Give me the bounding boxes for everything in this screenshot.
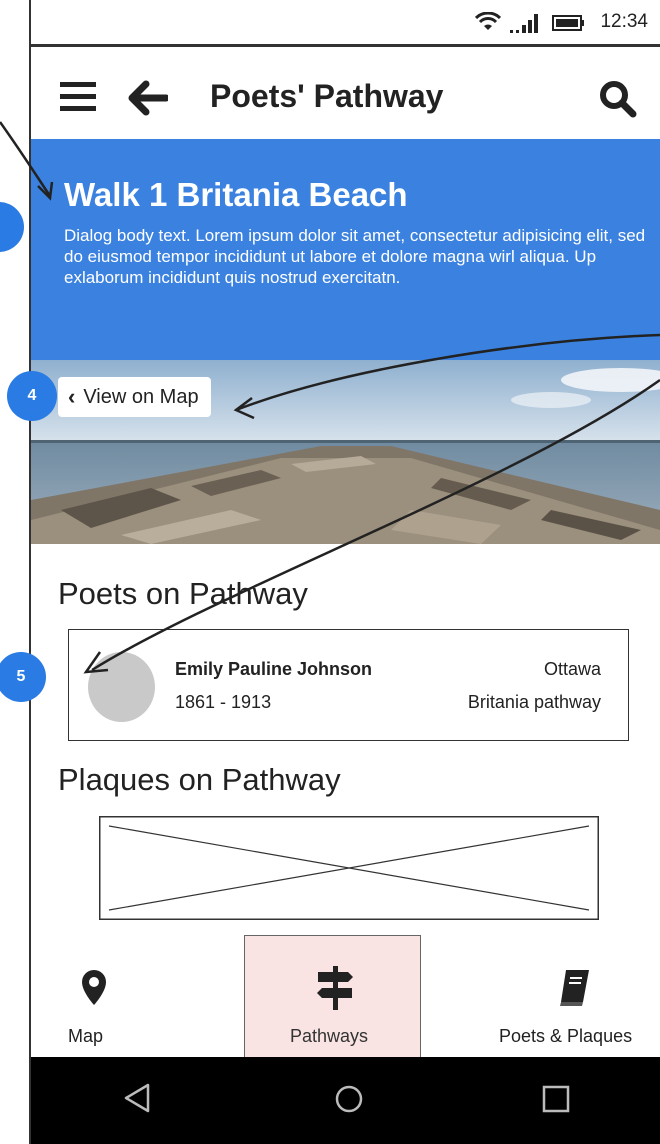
annotation-arrows [0,121,660,674]
annotation-badge-4: 4 [7,371,57,421]
